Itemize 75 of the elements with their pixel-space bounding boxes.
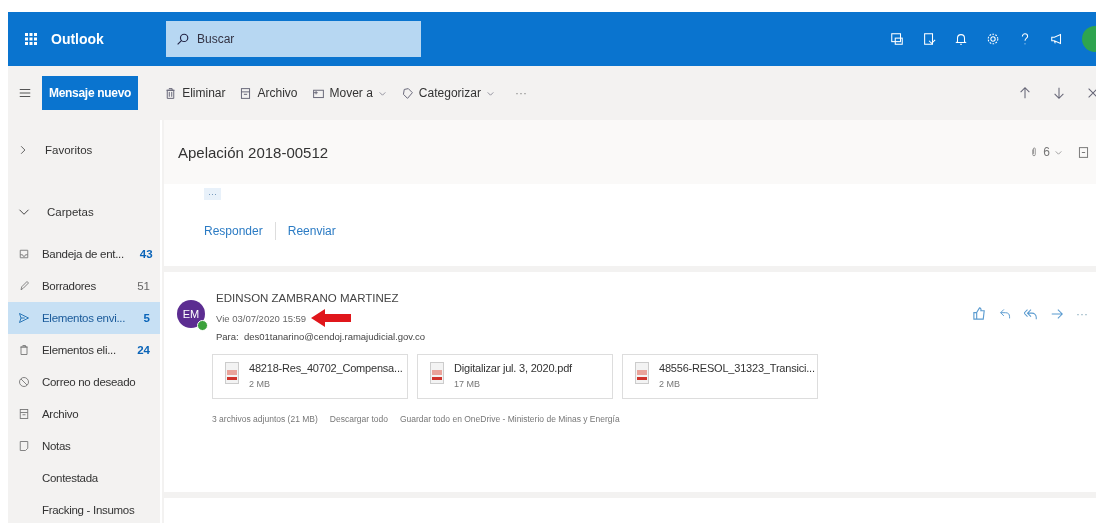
folder-item[interactable]: Elementos envi... 5 xyxy=(8,302,160,334)
search-icon xyxy=(176,33,189,46)
pdf-file-icon xyxy=(225,362,239,384)
app-name: Outlook xyxy=(51,31,105,47)
pencil-icon xyxy=(18,280,30,292)
arrow-up-icon[interactable] xyxy=(1018,86,1032,100)
attachment-name: 48556-RESOL_31323_Transici... xyxy=(659,362,815,374)
megaphone-icon[interactable] xyxy=(1050,32,1064,46)
toolbar-button[interactable]: Mover a xyxy=(305,86,393,100)
pdf-file-icon xyxy=(635,362,649,384)
attachment-count[interactable]: 6 xyxy=(1043,145,1050,159)
arrow-icon xyxy=(311,309,352,327)
unread-count: 43 xyxy=(138,248,153,260)
attachment-size: 17 MB xyxy=(454,379,481,389)
attachments-summary: 3 archivos adjuntos (21 MB) xyxy=(212,414,318,424)
attachment-card[interactable]: 48218-Res_40702_Compensa... 2 MB xyxy=(212,354,408,399)
archive-icon xyxy=(18,408,30,420)
thumbs-up-icon[interactable] xyxy=(972,306,987,321)
reply-all-icon[interactable] xyxy=(1024,306,1038,321)
chevron-right-icon[interactable] xyxy=(18,144,28,156)
archive-icon xyxy=(239,86,253,100)
chat-icon[interactable] xyxy=(890,32,904,46)
folder-item[interactable]: Archivo xyxy=(8,398,160,430)
folder-item[interactable]: Contestada xyxy=(8,462,160,494)
attachment-name: Digitalizar jul. 3, 2020.pdf xyxy=(454,362,572,374)
folder-item[interactable]: Correo no deseado xyxy=(8,366,160,398)
attachment-card[interactable]: 48556-RESOL_31323_Transici... 2 MB xyxy=(622,354,818,399)
avatar: EM xyxy=(177,300,205,328)
pdf-file-icon xyxy=(430,362,444,384)
blocked-icon xyxy=(18,376,30,388)
sent-date: Vie 03/07/2020 15:59 xyxy=(216,312,307,324)
calendar-check-icon[interactable] xyxy=(922,32,936,46)
folder-item[interactable]: Fracking - Insumos xyxy=(8,494,160,523)
reply-link[interactable]: Responder xyxy=(204,224,275,238)
reply-icon[interactable] xyxy=(999,307,1012,320)
folder-item[interactable]: Notas xyxy=(8,430,160,462)
toolbar-button[interactable]: Archivo xyxy=(233,86,304,100)
collapse-icon[interactable] xyxy=(1077,145,1090,159)
note-icon xyxy=(18,440,30,452)
folder-item[interactable]: Bandeja de ent... 43 xyxy=(8,238,160,270)
attachment-name: 48218-Res_40702_Compensa... xyxy=(249,362,403,374)
email-subject: Apelación 2018-00512 xyxy=(178,143,329,161)
folder-item[interactable]: Borradores 51 xyxy=(8,270,160,302)
unread-count: 5 xyxy=(142,312,150,324)
presence-dot xyxy=(197,320,208,331)
inbox-icon xyxy=(18,248,30,260)
close-icon[interactable] xyxy=(1086,86,1096,100)
reply-link[interactable]: Reenviar xyxy=(287,224,348,238)
bell-icon[interactable] xyxy=(954,32,968,46)
attachment-card[interactable]: Digitalizar jul. 3, 2020.pdf 17 MB xyxy=(417,354,613,399)
toolbar-button[interactable]: Eliminar xyxy=(158,86,232,100)
unread-count: 51 xyxy=(136,280,150,292)
folder-item[interactable]: Elementos eli... 24 xyxy=(8,334,160,366)
forward-icon[interactable] xyxy=(1050,306,1064,321)
save-to-onedrive-link[interactable]: Guardar todo en OneDrive - Ministerio de Minas y Energía xyxy=(399,414,620,424)
download-all-link[interactable]: Descargar todo xyxy=(329,414,388,424)
settings-icon[interactable] xyxy=(986,32,1000,46)
tag-icon xyxy=(400,86,414,100)
send-icon xyxy=(18,312,30,324)
search-field[interactable]: Buscar xyxy=(166,21,421,57)
toolbar-button[interactable]: Categorizar xyxy=(394,86,501,100)
section-label[interactable]: Carpetas xyxy=(47,206,94,218)
menu-icon[interactable] xyxy=(18,86,32,100)
unread-count: 24 xyxy=(136,344,150,356)
trash-icon xyxy=(164,86,178,100)
new-message-button[interactable]: Mensaje nuevo xyxy=(42,76,139,110)
arrow-down-icon[interactable] xyxy=(1052,86,1066,100)
attachment-size: 2 MB xyxy=(249,379,271,389)
trash-icon xyxy=(18,344,30,356)
app-launcher-icon[interactable] xyxy=(25,33,37,45)
section-label[interactable]: Favoritos xyxy=(45,144,93,156)
sender-name: EDINSON ZAMBRANO MARTINEZ xyxy=(216,292,400,304)
more-button[interactable]: ··· xyxy=(508,85,533,101)
attachment-size: 2 MB xyxy=(659,379,681,389)
recipient-line: Para: des01tanarino@cendoj.ramajudicial.gov.co xyxy=(216,331,427,342)
